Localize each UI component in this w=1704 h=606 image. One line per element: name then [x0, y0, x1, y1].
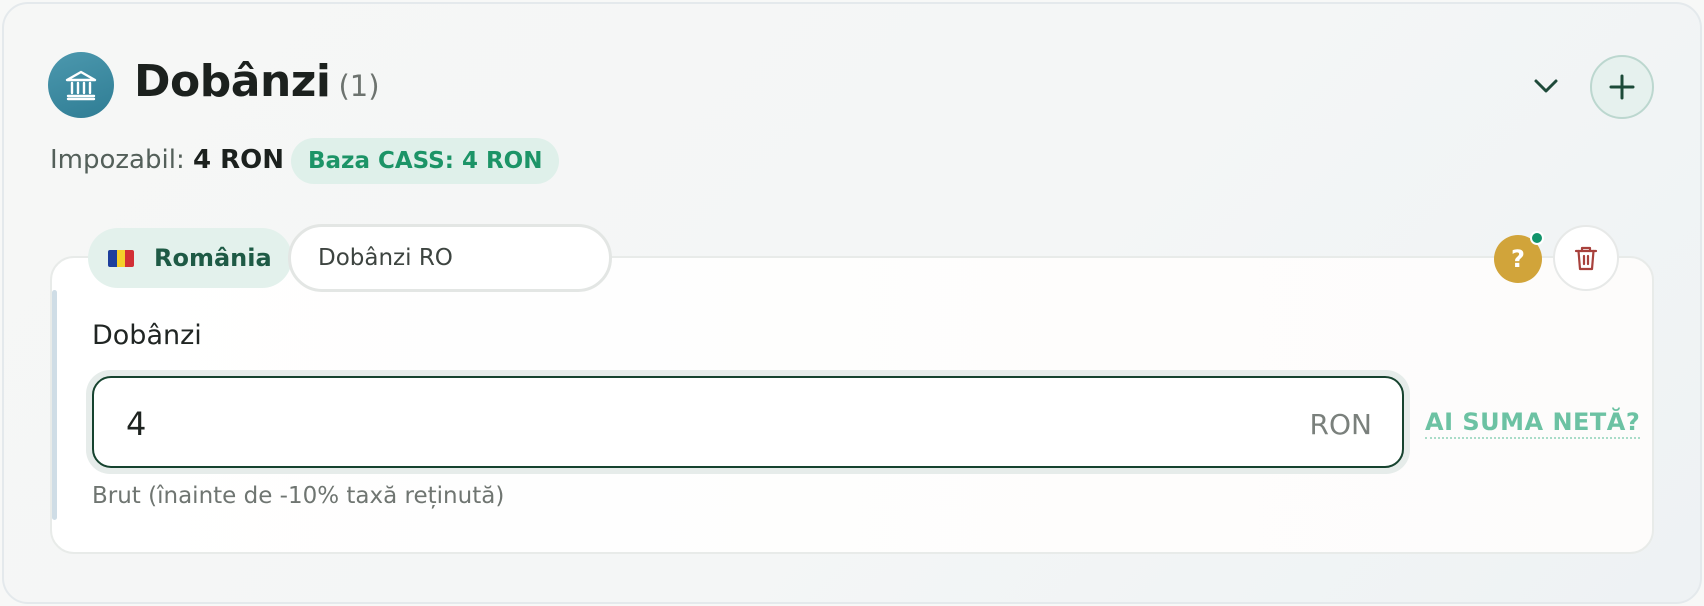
- cass-base-label: Baza CASS: 4 RON: [308, 148, 543, 174]
- section-title: Dobânzi (1): [134, 56, 380, 116]
- taxable-summary: Impozabil: 4 RON: [50, 145, 284, 175]
- bank-icon: [48, 52, 114, 118]
- notification-dot: [1530, 231, 1544, 245]
- amount-value: 4: [126, 405, 147, 443]
- cass-base-badge: Baza CASS: 4 RON: [291, 138, 560, 184]
- delete-entry-button[interactable]: [1553, 225, 1619, 291]
- chevron-down-icon[interactable]: [1528, 70, 1564, 102]
- country-selector[interactable]: România: [88, 228, 292, 288]
- amount-hint: Brut (înainte de -10% taxă reținută): [92, 483, 505, 509]
- country-label: România: [154, 244, 272, 272]
- net-amount-link[interactable]: AI SUMA NETĂ?: [1425, 408, 1641, 439]
- amount-field-label: Dobânzi: [92, 320, 202, 351]
- trash-icon: [1574, 246, 1598, 271]
- amount-input[interactable]: 4 RON: [92, 376, 1404, 468]
- entry-accent-bar: [52, 290, 57, 520]
- plus-icon: [1609, 74, 1635, 100]
- romania-flag-icon: [108, 249, 134, 267]
- taxable-label: Impozabil:: [50, 145, 185, 175]
- add-entry-button[interactable]: [1590, 55, 1654, 119]
- amount-unit: RON: [1309, 408, 1372, 441]
- taxable-value: 4 RON: [192, 145, 284, 175]
- entry-name-input[interactable]: [288, 224, 612, 292]
- amount-field-focus-ring: 4 RON: [86, 370, 1410, 474]
- section-item-count: (1): [338, 69, 380, 103]
- help-label: ?: [1511, 245, 1525, 273]
- section-title-text: Dobânzi: [134, 56, 331, 107]
